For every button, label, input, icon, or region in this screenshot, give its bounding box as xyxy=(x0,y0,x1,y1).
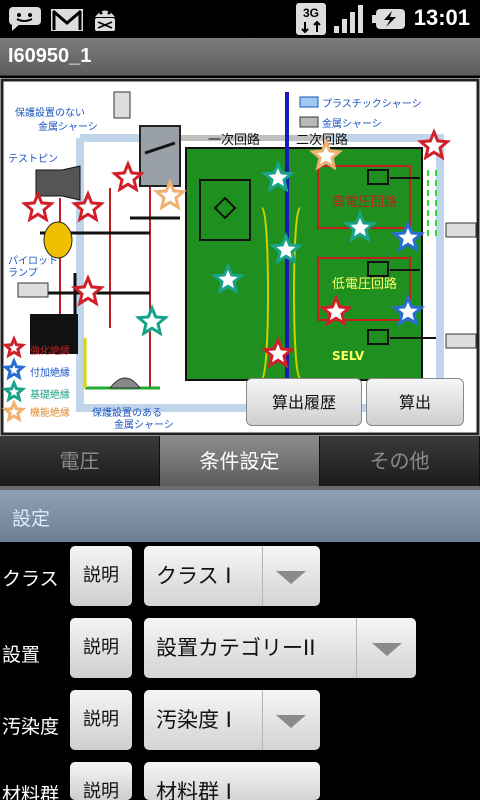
label-pilot-lamp-2: ランプ xyxy=(8,267,38,279)
label-unprotected-chassis-2: 金属シャーシ xyxy=(38,120,98,133)
signal-icon xyxy=(334,5,363,33)
material-select[interactable]: 材料群 I xyxy=(144,762,320,800)
hand-pointer-icon xyxy=(445,222,477,238)
tab-conditions[interactable]: 条件設定 xyxy=(160,436,320,486)
material-help-button[interactable]: 説明 xyxy=(70,762,132,800)
legend-plastic-swatch xyxy=(299,96,319,108)
tab-bar: 電圧 条件設定 その他 xyxy=(0,436,480,486)
clock: 13:01 xyxy=(413,5,470,30)
calculate-button[interactable]: 算出 xyxy=(366,378,464,426)
legend-basic: 基礎絶縁 xyxy=(30,388,70,401)
class-select[interactable]: クラス I xyxy=(144,546,320,606)
tab-voltage[interactable]: 電圧 xyxy=(0,436,160,486)
label-high-voltage: 高電圧回路 xyxy=(332,194,397,210)
pollution-select[interactable]: 汚染度 I xyxy=(144,690,320,750)
messenger-icon xyxy=(9,7,41,31)
hand-pointer-icon xyxy=(113,91,131,119)
label-primary-circuit: 一次回路 xyxy=(208,132,260,148)
chevron-down-icon xyxy=(372,643,402,656)
gmail-icon xyxy=(51,9,83,31)
battery-charging-icon xyxy=(372,9,405,29)
chevron-down-icon xyxy=(276,571,306,584)
label-metal-chassis: 金属シャーシ xyxy=(322,117,382,130)
hand-pointer-icon xyxy=(17,282,49,298)
legend-metal-swatch xyxy=(299,116,319,128)
insulation-diagram[interactable]: 保護設置のない 金属シャーシ テストピン パイロット ランプ プラスチックシャー… xyxy=(0,78,480,436)
status-bar: 3G 13:01 xyxy=(0,0,480,38)
pollution-help-button[interactable]: 説明 xyxy=(70,690,132,750)
svg-text:3G: 3G xyxy=(303,6,319,20)
material-select-value: 材料群 I xyxy=(156,780,232,800)
test-pin-icon xyxy=(35,165,81,201)
label-protected-chassis: 保護設置のある xyxy=(92,406,162,419)
android-debug-icon xyxy=(95,10,115,31)
label-selv: SELV xyxy=(332,349,365,363)
installation-select[interactable]: 設置カテゴリーII xyxy=(144,618,416,678)
installation-help-button[interactable]: 説明 xyxy=(70,618,132,678)
app-title: I60950_1 xyxy=(8,45,92,67)
class-label: クラス xyxy=(2,568,59,590)
hand-pointer-icon xyxy=(445,333,477,349)
material-label: 材料群 xyxy=(2,784,60,800)
3g-data-icon: 3G xyxy=(296,3,326,35)
legend-supplementary: 付加絶縁 xyxy=(30,366,70,379)
history-button[interactable]: 算出履歴 xyxy=(246,378,362,426)
label-unprotected-chassis: 保護設置のない xyxy=(15,106,85,119)
class-select-value: クラス I xyxy=(156,564,232,588)
title-bar: I60950_1 xyxy=(0,38,480,76)
label-secondary-circuit: 二次回路 xyxy=(296,132,348,148)
label-plastic-chassis: プラスチックシャーシ xyxy=(322,98,422,110)
legend-reinforced: 強化絶縁 xyxy=(30,344,70,357)
label-protected-chassis-2: 金属シャーシ xyxy=(114,418,174,431)
settings-header: 設定 xyxy=(0,490,480,542)
label-pilot-lamp: パイロット xyxy=(8,255,58,267)
class-help-button[interactable]: 説明 xyxy=(70,546,132,606)
installation-select-value: 設置カテゴリーII xyxy=(156,636,316,660)
label-test-pin: テストピン xyxy=(8,153,58,165)
label-low-voltage: 低電圧回路 xyxy=(332,276,397,292)
tab-other[interactable]: その他 xyxy=(320,436,480,486)
pollution-select-value: 汚染度 I xyxy=(156,708,232,732)
legend-functional: 機能絶縁 xyxy=(30,406,70,419)
pollution-label: 汚染度 xyxy=(2,716,60,738)
chevron-down-icon xyxy=(276,715,306,728)
pilot-lamp-icon xyxy=(43,221,73,259)
installation-label: 設置 xyxy=(2,644,41,666)
switch-icon xyxy=(139,125,181,187)
settings-title: 設定 xyxy=(12,508,51,530)
